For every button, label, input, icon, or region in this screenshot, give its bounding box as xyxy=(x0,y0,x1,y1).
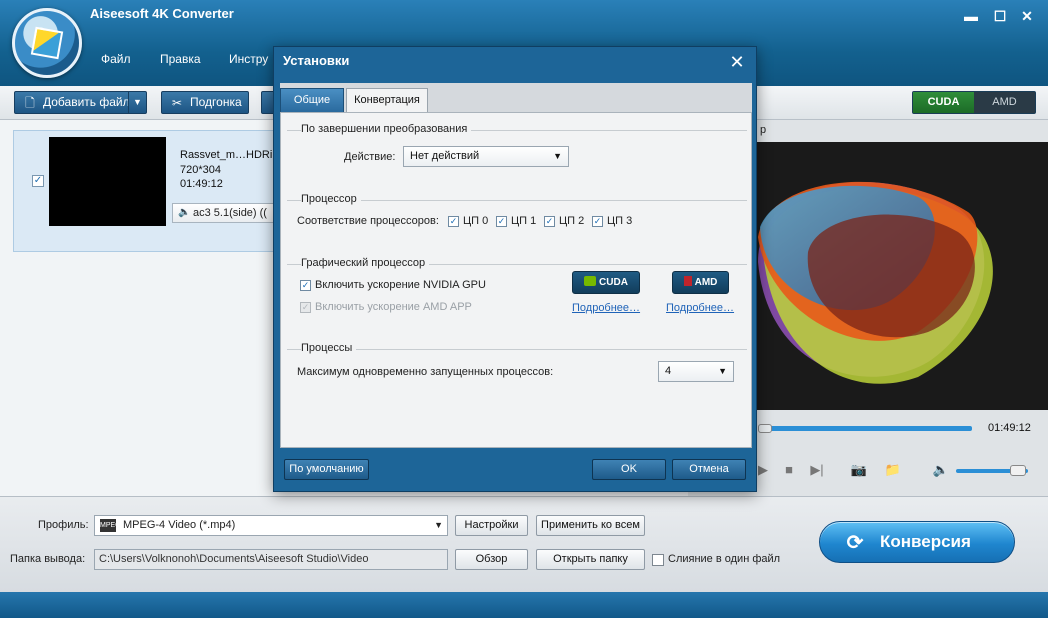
trim-label: Подгонка xyxy=(190,95,242,109)
preferences-dialog: Установки ✕ Общие Конвертация По заверше… xyxy=(273,46,757,492)
scissors-icon: ✂ xyxy=(171,96,183,110)
next-frame-icon[interactable]: ▶| xyxy=(808,462,826,478)
add-file-label: Добавить файл xyxy=(43,95,130,109)
tab-general[interactable]: Общие xyxy=(280,88,344,112)
cpu-0-checkbox[interactable]: ✓ xyxy=(448,216,459,227)
status-bar xyxy=(0,592,1048,618)
cpu-1-checkbox[interactable]: ✓ xyxy=(496,216,507,227)
amd-more-link[interactable]: Подробнее… xyxy=(666,302,734,314)
action-select[interactable]: Нет действий ▼ xyxy=(403,146,569,167)
amd-button[interactable]: AMD xyxy=(672,271,729,294)
maximize-icon[interactable]: ☐ xyxy=(991,8,1009,25)
convert-button[interactable]: ⟳ Конверсия xyxy=(819,521,1015,563)
tab-conversion[interactable]: Конвертация xyxy=(346,88,428,113)
folder-icon[interactable]: 📁 xyxy=(884,462,902,478)
action-value: Нет действий xyxy=(410,150,480,162)
bottom-panel: Профиль: MPEG MPEG-4 Video (*.mp4) ▼ Нас… xyxy=(0,496,1048,592)
cuda-button[interactable]: CUDA xyxy=(572,271,640,294)
file-name: Rassvet_m…HDRip xyxy=(180,149,279,161)
profile-select[interactable]: MPEG MPEG-4 Video (*.mp4) ▼ xyxy=(94,515,448,536)
playback-handle[interactable] xyxy=(758,424,772,433)
trim-button[interactable]: ✂ Подгонка xyxy=(161,91,249,114)
convert-label: Конверсия xyxy=(880,532,971,551)
max-processes-value: 4 xyxy=(665,365,672,377)
mpeg-icon: MPEG xyxy=(100,519,121,532)
amd-label: Включить ускорение AMD APP xyxy=(315,301,472,313)
apply-all-button[interactable]: Применить ко всем xyxy=(536,515,645,536)
time-readout: 01:49:12 xyxy=(988,422,1031,434)
browse-button[interactable]: Обзор xyxy=(455,549,528,570)
cpu-2-checkbox[interactable]: ✓ xyxy=(544,216,555,227)
volume-icon[interactable]: 🔈 xyxy=(932,462,950,478)
close-icon[interactable]: ✕ xyxy=(726,51,748,73)
add-file-icon: 🗋 xyxy=(25,96,35,110)
nvidia-label: Включить ускорение NVIDIA GPU xyxy=(315,279,486,291)
dialog-tabs: Общие Конвертация xyxy=(280,83,752,113)
dialog-title: Установки xyxy=(283,53,350,68)
nvidia-icon xyxy=(584,276,597,286)
file-duration: 01:49:12 xyxy=(180,178,223,190)
cpu-3-checkbox[interactable]: ✓ xyxy=(592,216,603,227)
video-thumbnail xyxy=(49,137,166,226)
audio-track-select[interactable]: 🔈 ac3 5.1(side) (( xyxy=(172,203,282,223)
audio-track-label: ac3 5.1(side) (( xyxy=(193,207,267,219)
chevron-down-icon: ▼ xyxy=(434,520,443,530)
volume-handle[interactable] xyxy=(1010,465,1026,476)
nvidia-checkbox[interactable]: ✓ xyxy=(300,280,311,291)
chevron-down-icon[interactable]: ▼ xyxy=(128,92,146,113)
stop-icon[interactable]: ■ xyxy=(780,462,798,478)
settings-button[interactable]: Настройки xyxy=(455,515,528,536)
action-label: Действие: xyxy=(344,151,396,163)
app-logo-icon xyxy=(12,8,82,78)
amd-checkbox[interactable]: ✓ xyxy=(300,302,311,313)
cpu-2-label: ЦП 2 xyxy=(559,215,585,227)
max-processes-label: Максимум одновременно запущенных процесс… xyxy=(297,366,554,378)
amd-icon xyxy=(683,276,692,286)
section-processor: Процессор xyxy=(301,193,361,205)
output-folder-field[interactable]: C:\Users\Volknonoh\Documents\Aiseesoft S… xyxy=(94,549,448,570)
list-item[interactable]: ✓ Rassvet_m…HDRip 720*304 01:49:12 🔈 ac3… xyxy=(13,130,313,252)
merge-checkbox[interactable] xyxy=(652,554,664,566)
chevron-down-icon: ▼ xyxy=(718,366,727,376)
section-gpu: Графический процессор xyxy=(301,257,430,269)
profile-label: Профиль: xyxy=(38,519,89,531)
preview-label: р xyxy=(760,124,767,136)
cuda-label: CUDA xyxy=(599,277,628,288)
minimize-icon[interactable]: ▬ xyxy=(962,8,980,24)
menu-tools[interactable]: Инстру xyxy=(229,52,268,66)
cuda-toggle[interactable]: CUDA xyxy=(913,92,974,113)
camera-icon[interactable]: 📷 xyxy=(850,462,868,478)
output-label: Папка вывода: xyxy=(10,553,86,565)
speaker-icon: 🔈 xyxy=(178,207,191,218)
chevron-down-icon: ▼ xyxy=(553,151,562,161)
refresh-icon: ⟳ xyxy=(846,532,864,554)
menu-edit[interactable]: Правка xyxy=(160,52,201,66)
section-on-finish: По завершении преобразования xyxy=(301,123,472,135)
open-folder-button[interactable]: Открыть папку xyxy=(536,549,645,570)
cpu-3-label: ЦП 3 xyxy=(607,215,633,227)
add-file-button[interactable]: 🗋 Добавить файл ▼ xyxy=(14,91,147,114)
profile-value: MPEG-4 Video (*.mp4) xyxy=(123,519,236,531)
merge-label: Слияние в один файл xyxy=(668,553,781,565)
app-title: Aiseesoft 4K Converter xyxy=(90,6,234,21)
defaults-button[interactable]: По умолчанию xyxy=(284,459,369,480)
cpu-1-label: ЦП 1 xyxy=(511,215,537,227)
file-resolution: 720*304 xyxy=(180,164,221,176)
cancel-button[interactable]: Отмена xyxy=(672,459,746,480)
menu-file[interactable]: Файл xyxy=(101,52,131,66)
close-icon[interactable]: ✕ xyxy=(1018,8,1036,25)
cpu-affinity-label: Соответствие процессоров: xyxy=(297,215,439,227)
file-checkbox[interactable]: ✓ xyxy=(32,175,44,187)
playback-progress[interactable] xyxy=(760,426,972,431)
section-processes: Процессы xyxy=(301,342,357,354)
cpu-0-label: ЦП 0 xyxy=(463,215,489,227)
cuda-more-link[interactable]: Подробнее… xyxy=(572,302,640,314)
amd-button-label: AMD xyxy=(694,277,718,288)
dialog-body: По завершении преобразования Действие: Н… xyxy=(280,112,752,448)
max-processes-select[interactable]: 4 ▼ xyxy=(658,361,734,382)
amd-toggle[interactable]: AMD xyxy=(974,92,1035,113)
ok-button[interactable]: OK xyxy=(592,459,666,480)
gpu-toggle[interactable]: CUDA AMD xyxy=(912,91,1036,114)
